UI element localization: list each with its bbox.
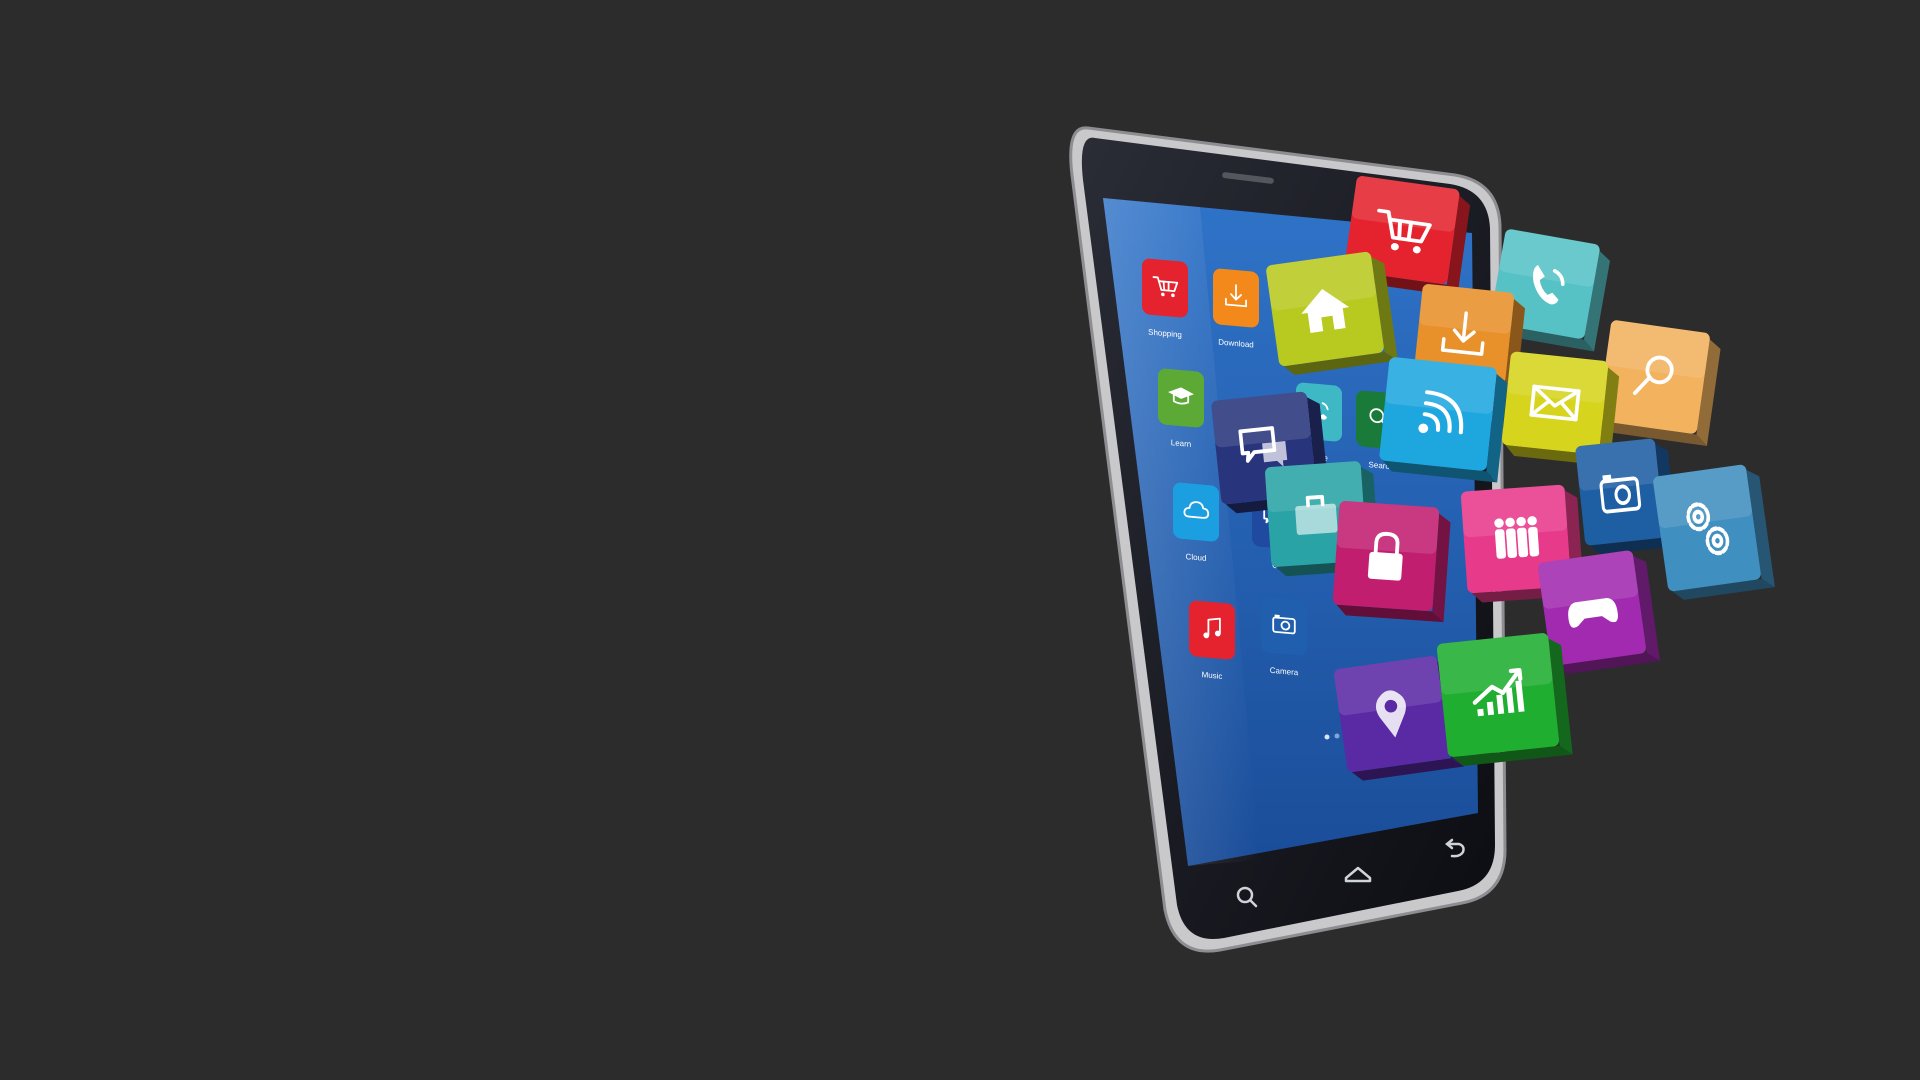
page-dot (1334, 733, 1340, 739)
app-tile (1189, 600, 1235, 660)
app-label: Cloud (1186, 552, 1207, 563)
cube-chart (1436, 633, 1573, 767)
cube-lock (1332, 501, 1451, 623)
cube-wifi (1379, 357, 1508, 483)
page-dot (1324, 734, 1330, 740)
app-tile (1173, 482, 1219, 542)
app-label: Learn (1171, 438, 1191, 449)
cube-home (1266, 251, 1398, 375)
cube-gears (1653, 464, 1775, 600)
phone-apps-illustration: ShoppingDownloadLearnCloudMusicCamerahon… (1069, 126, 1775, 953)
app-label: Music (1202, 670, 1223, 681)
app-tile (1142, 258, 1188, 318)
app-tile (1261, 596, 1307, 656)
